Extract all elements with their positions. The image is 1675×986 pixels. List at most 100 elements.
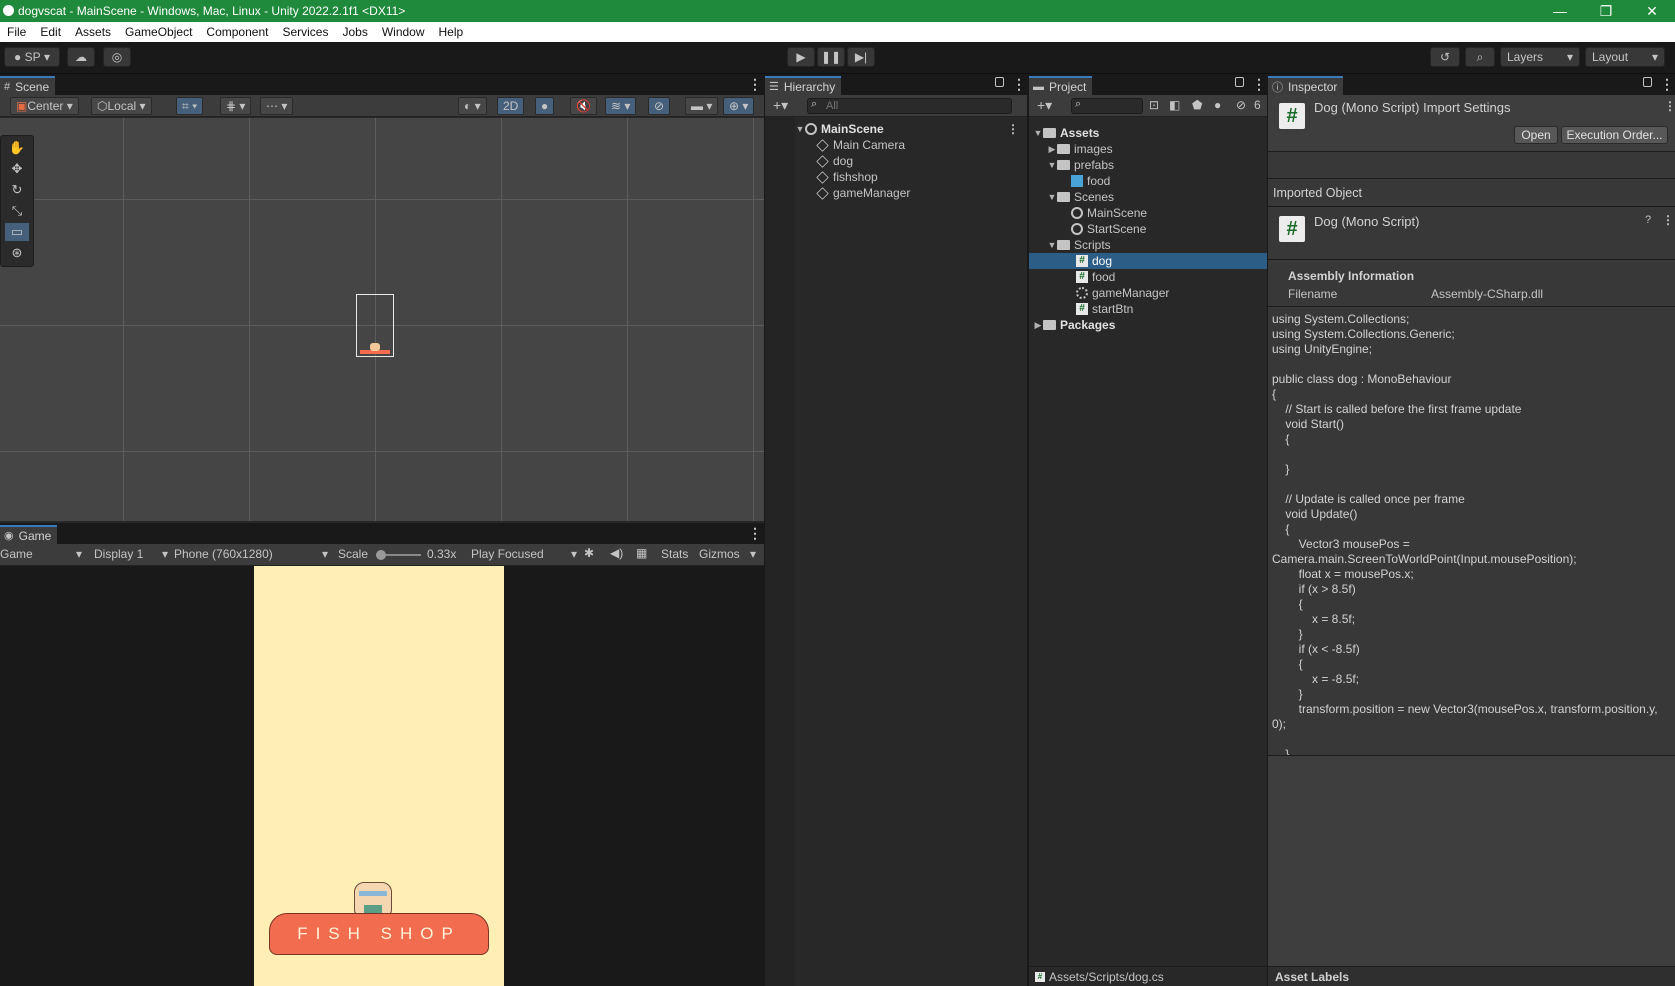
display-dropdown[interactable]: Display 1 ▾ <box>94 547 168 561</box>
search-button[interactable]: ⌕ <box>1465 47 1495 67</box>
stats-button[interactable]: Stats <box>661 547 688 561</box>
restore-button[interactable]: ❐ <box>1583 3 1629 20</box>
scale-slider-handle[interactable] <box>376 550 386 560</box>
speaker-icon[interactable]: ◀) <box>610 546 623 560</box>
asset-mainscene[interactable]: MainScene <box>1071 205 1267 221</box>
hierarchy-item-fishshop[interactable]: fishshop <box>816 169 1027 185</box>
step-button[interactable]: ▶| <box>847 47 875 67</box>
menu-file[interactable]: File <box>0 25 33 39</box>
folder-assets[interactable]: ▼ Assets <box>1033 125 1267 141</box>
layout-dropdown[interactable]: Layout ▾ <box>1585 47 1665 67</box>
hierarchy-item-gamemanager[interactable]: gameManager <box>816 185 1027 201</box>
camera-dropdown[interactable]: ▬ ▾ <box>685 97 719 115</box>
asset-dog-script[interactable]: # dog <box>1029 253 1267 269</box>
scene-visibility-toggle[interactable]: ⊘ <box>648 97 671 115</box>
search-scope-icon[interactable]: ⊡ <box>1149 98 1159 112</box>
menu-jobs[interactable]: Jobs <box>335 25 374 39</box>
folder-packages[interactable]: ▶ Packages <box>1033 317 1267 333</box>
more-options-icon[interactable]: ⋮ <box>1252 76 1266 93</box>
collapse-arrow-icon[interactable]: ▶ <box>1033 320 1043 331</box>
lock-icon[interactable] <box>1235 77 1244 87</box>
expand-arrow-icon[interactable]: ▼ <box>1047 160 1057 170</box>
tab-scene[interactable]: # Scene <box>0 76 56 95</box>
grid-icon[interactable]: ▦ <box>636 546 647 560</box>
expand-arrow-icon[interactable]: ▼ <box>1033 128 1043 138</box>
minimize-button[interactable]: — <box>1537 3 1583 19</box>
play-mode-dropdown[interactable]: Play Focused ▾ <box>471 547 577 561</box>
play-button[interactable]: ▶ <box>787 47 815 67</box>
game-render[interactable]: FISH SHOP <box>254 566 504 986</box>
warning-icon[interactable]: ● <box>1214 98 1221 112</box>
menu-window[interactable]: Window <box>375 25 432 39</box>
lighting-toggle[interactable]: ● <box>535 97 555 115</box>
hierarchy-scene-row[interactable]: ▼ MainScene ⋮ <box>795 121 1027 137</box>
cloud-button[interactable]: ☁ <box>67 47 95 67</box>
audio-toggle[interactable]: 🔇 <box>570 97 597 115</box>
folder-prefabs[interactable]: ▼ prefabs <box>1047 157 1267 173</box>
transform-tool-icon[interactable]: ⊛ <box>5 244 29 262</box>
chevron-down-icon[interactable]: ▾ <box>750 547 756 561</box>
asset-gamemanager-script[interactable]: gameManager <box>1076 285 1267 301</box>
game-view-dropdown[interactable]: Game ▾ <box>0 547 82 561</box>
effects-dropdown[interactable]: ≋ ▾ <box>605 97 637 115</box>
move-tool-icon[interactable]: ✥ <box>5 160 29 178</box>
menu-services[interactable]: Services <box>275 25 335 39</box>
project-search-input[interactable] <box>1071 98 1143 114</box>
more-options-icon[interactable]: ⋮ <box>1664 99 1675 113</box>
lock-icon[interactable] <box>1643 77 1652 87</box>
asset-startscene[interactable]: StartScene <box>1071 221 1267 237</box>
tab-project[interactable]: ▬ Project <box>1029 76 1093 95</box>
collab-button[interactable]: ◎ <box>103 47 131 67</box>
more-options-icon[interactable]: ⋮ <box>1012 76 1026 93</box>
gizmos-dropdown[interactable]: ⊕ ▾ <box>723 97 755 115</box>
tab-hierarchy[interactable]: ☰ Hierarchy <box>765 76 842 95</box>
grid-snap-toggle[interactable]: ⌗ ▾ <box>176 97 204 115</box>
history-button[interactable]: ↺ <box>1430 47 1460 67</box>
dog-sprite[interactable] <box>370 343 380 351</box>
more-options-icon[interactable]: ⋮ <box>1662 213 1674 227</box>
folder-images[interactable]: ▶ images <box>1047 141 1267 157</box>
more-options-icon[interactable]: ⋮ <box>748 76 762 93</box>
resolution-dropdown[interactable]: Phone (760x1280) ▾ <box>174 547 328 561</box>
menu-gameobject[interactable]: GameObject <box>118 25 199 39</box>
layers-dropdown[interactable]: Layers ▾ <box>1500 47 1580 67</box>
label-icon[interactable]: ⬟ <box>1192 98 1202 112</box>
asset-food-script[interactable]: # food <box>1076 269 1267 285</box>
asset-labels-section[interactable]: Asset Labels <box>1268 966 1675 986</box>
expand-arrow-icon[interactable]: ▼ <box>795 124 805 134</box>
open-button[interactable]: Open <box>1514 126 1558 144</box>
hierarchy-item-main-camera[interactable]: Main Camera <box>816 137 1027 153</box>
lock-icon[interactable] <box>995 77 1004 87</box>
collapse-arrow-icon[interactable]: ▶ <box>1047 144 1057 155</box>
scale-tool-icon[interactable]: ⤡ <box>5 202 29 220</box>
scene-viewport[interactable] <box>0 118 764 521</box>
menu-component[interactable]: Component <box>199 25 275 39</box>
menu-help[interactable]: Help <box>432 25 471 39</box>
expand-arrow-icon[interactable]: ▼ <box>1047 192 1057 202</box>
increment-snap-toggle[interactable]: ⋯ ▾ <box>260 97 294 115</box>
pause-button[interactable]: ❚❚ <box>817 47 845 67</box>
hierarchy-search-input[interactable] <box>807 98 1012 114</box>
menu-assets[interactable]: Assets <box>68 25 118 39</box>
asset-food-prefab[interactable]: food <box>1071 173 1267 189</box>
draw-mode-dropdown[interactable]: ◐ ▾ <box>458 97 487 115</box>
rect-tool-icon[interactable]: ▭ <box>5 223 29 241</box>
2d-toggle[interactable]: 2D <box>497 97 525 115</box>
folder-scripts[interactable]: ▼ Scripts <box>1047 237 1267 253</box>
expand-arrow-icon[interactable]: ▼ <box>1047 240 1057 250</box>
add-icon[interactable]: +▾ <box>773 97 788 114</box>
rotate-tool-icon[interactable]: ↻ <box>5 181 29 199</box>
more-options-icon[interactable]: ⋮ <box>748 525 762 542</box>
hidden-eye-icon[interactable]: ⊘ <box>1236 98 1246 112</box>
grid-visibility-toggle[interactable]: ⋕ ▾ <box>220 97 252 115</box>
space-dropdown[interactable]: ⬡ Local ▾ <box>91 97 152 115</box>
execution-order-button[interactable]: Execution Order... <box>1561 126 1668 144</box>
more-options-icon[interactable]: ⋮ <box>1660 76 1674 93</box>
account-dropdown[interactable]: ● SP ▾ <box>4 47 60 67</box>
folder-scenes[interactable]: ▼ Scenes <box>1047 189 1267 205</box>
tab-inspector[interactable]: ⓘ Inspector <box>1268 76 1344 95</box>
gizmos-button[interactable]: Gizmos <box>699 547 740 561</box>
menu-edit[interactable]: Edit <box>33 25 68 39</box>
hierarchy-item-dog[interactable]: dog <box>816 153 1027 169</box>
add-icon[interactable]: +▾ <box>1037 97 1052 114</box>
